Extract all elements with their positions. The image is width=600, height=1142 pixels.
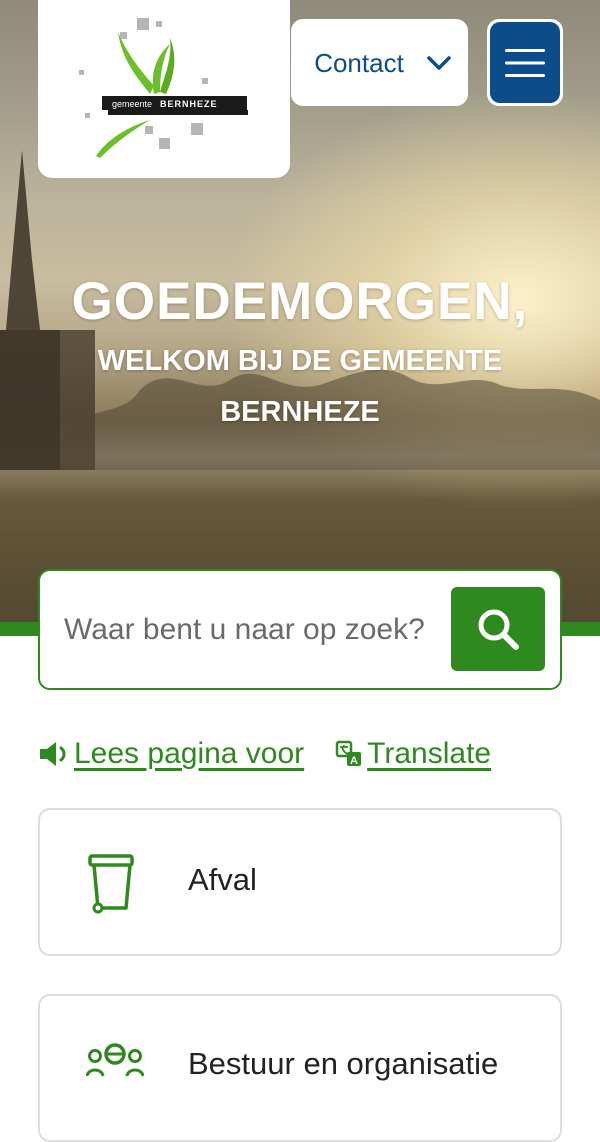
contact-button[interactable]: Contact — [291, 19, 468, 106]
utility-links: Lees pagina voor A Translate — [38, 732, 491, 776]
site-logo[interactable]: gemeente BERNHEZE — [38, 0, 290, 178]
speaker-icon — [40, 742, 66, 766]
chevron-down-icon — [427, 55, 451, 70]
search-icon — [478, 609, 519, 650]
card-afval[interactable]: Afval — [38, 808, 562, 956]
hamburger-icon — [505, 48, 545, 77]
waste-bin-icon — [88, 854, 134, 914]
svg-text:A: A — [350, 755, 358, 767]
logo-text-small: gemeente — [112, 99, 152, 109]
read-aloud-label: Lees pagina voor — [74, 737, 305, 770]
logo-text-big: BERNHEZE — [160, 99, 218, 109]
logo-mark: gemeente BERNHEZE — [79, 18, 248, 158]
welcome-subtitle: WELKOM BIJ DE GEMEENTE BERNHEZE — [97, 345, 503, 428]
hero-greeting: GOEDEMORGEN, WELKOM BIJ DE GEMEENTE BERN… — [0, 270, 600, 438]
read-aloud-link[interactable]: Lees pagina voor — [38, 737, 304, 771]
search-box — [38, 569, 562, 690]
search-input[interactable] — [62, 607, 446, 653]
translate-link[interactable]: A Translate — [335, 737, 491, 771]
menu-button-inner — [490, 22, 560, 103]
translate-icon: A — [335, 740, 362, 767]
card-bestuur[interactable]: Bestuur en organisatie — [38, 994, 562, 1142]
translate-label: Translate — [367, 737, 492, 770]
card-label: Bestuur en organisatie — [188, 1046, 499, 1081]
people-group-icon — [86, 1043, 144, 1077]
search-button[interactable] — [451, 587, 545, 671]
greeting-title: GOEDEMORGEN, — [71, 272, 529, 331]
card-label: Afval — [188, 862, 257, 897]
menu-button[interactable] — [487, 19, 563, 106]
contact-label: Contact — [314, 47, 404, 78]
